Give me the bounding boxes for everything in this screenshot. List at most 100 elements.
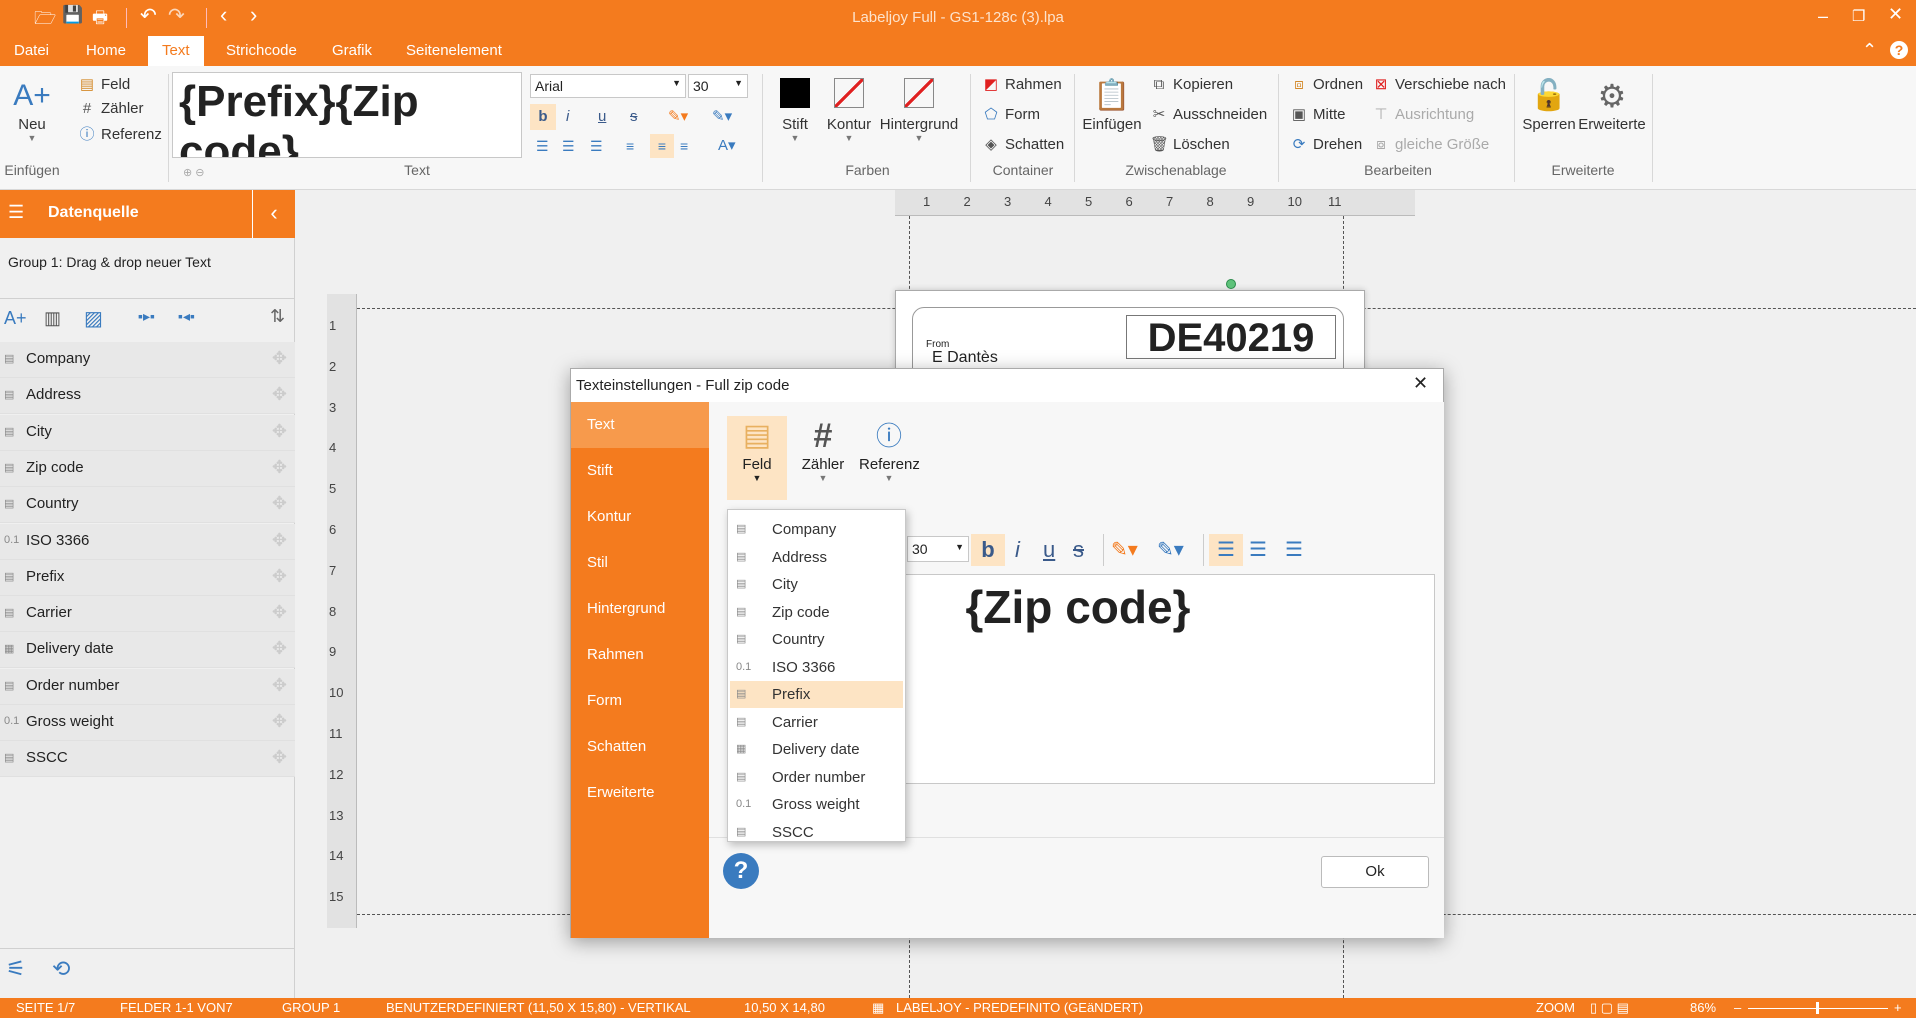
text-effects-icon[interactable]: A▾ (718, 136, 736, 154)
dropdown-item[interactable]: 0.1 Gross weight (730, 791, 903, 818)
nav-form[interactable]: Form (571, 678, 709, 724)
verschiebe-button[interactable]: ⊠ Verschiebe nach (1372, 72, 1506, 98)
dropdown-item[interactable]: ▤ Carrier (730, 709, 903, 736)
dropdown-item[interactable]: ▤ Prefix (730, 681, 903, 708)
pen-color-icon[interactable]: ✎▾ (712, 104, 732, 130)
dialog-close-icon[interactable]: ✕ (1413, 373, 1428, 394)
drehen-button[interactable]: ⟳ Drehen (1290, 132, 1363, 158)
valign-middle-icon[interactable]: ≡ (650, 134, 674, 158)
drag-handle-icon[interactable]: ✥ (272, 421, 287, 442)
datasource-field-item[interactable]: ▤ Country ✥ (0, 487, 295, 524)
align-right-icon[interactable]: ☰ (590, 138, 603, 155)
dlg-size-select[interactable]: 30 ▼ (907, 536, 969, 562)
ok-button[interactable]: Ok (1321, 856, 1429, 888)
bold-button[interactable]: b (530, 104, 556, 130)
drag-handle-icon[interactable]: ✥ (272, 493, 287, 514)
help-icon[interactable]: ? (1890, 41, 1908, 59)
drag-handle-icon[interactable]: ✥ (272, 566, 287, 587)
highlight-icon[interactable]: ✎▾ (668, 104, 688, 130)
nav-kontur[interactable]: Kontur (571, 494, 709, 540)
valign-top-icon[interactable]: ≡ (626, 138, 634, 154)
label-sender[interactable]: E Dantès (932, 349, 998, 367)
feld-button[interactable]: ▤ Feld (78, 72, 130, 98)
hintergrund-button[interactable]: Hintergrund ▼ (878, 76, 960, 143)
erweiterte-button[interactable]: ⚙ Erweiterte (1578, 76, 1646, 133)
align-center-icon[interactable]: ☰ (562, 138, 575, 155)
add-text-field-icon[interactable]: A+ (4, 308, 27, 329)
einfuegen-button[interactable]: 📋 Einfügen (1082, 76, 1142, 133)
loeschen-button[interactable]: 🗑 Löschen (1150, 132, 1230, 158)
dropdown-item[interactable]: ▤ Address (730, 544, 903, 571)
dropdown-item[interactable]: 0.1 ISO 3366 (730, 654, 903, 681)
datasource-field-item[interactable]: 0.1 Gross weight ✥ (0, 705, 295, 741)
dlg-underline-button[interactable]: u (1043, 534, 1055, 566)
drag-handle-icon[interactable]: ✥ (272, 638, 287, 659)
menu-datei[interactable]: Datei (0, 36, 63, 66)
zoom-out-icon[interactable]: – (1734, 1000, 1741, 1015)
dlg-help-icon[interactable]: ? (723, 853, 759, 889)
nav-rahmen[interactable]: Rahmen (571, 632, 709, 678)
dlg-align-left-icon[interactable]: ☰ (1209, 534, 1243, 566)
drag-handle-icon[interactable]: ✥ (272, 747, 287, 768)
schatten-button[interactable]: ◈ Schatten (982, 132, 1064, 158)
menu-home[interactable]: Home (72, 36, 140, 66)
dlg-highlight-icon[interactable]: ✎▾ (1111, 534, 1138, 566)
datasource-field-item[interactable]: ▤ SSCC ✥ (0, 741, 295, 778)
text-preview-box[interactable]: {Prefix}{Zip code} (172, 72, 522, 158)
zoom-in-icon[interactable]: + (1894, 1000, 1902, 1015)
align-left-icon[interactable]: ☰ (536, 138, 549, 155)
datasource-field-item[interactable]: ▤ Address ✥ (0, 378, 295, 415)
dlg-bold-button[interactable]: b (971, 534, 1005, 566)
underline-button[interactable]: u (598, 104, 606, 130)
dlg-italic-button[interactable]: i (1015, 534, 1020, 566)
strike-button[interactable]: s (630, 104, 638, 130)
collapse-ribbon-icon[interactable]: ⌃ (1862, 40, 1877, 61)
dropdown-item[interactable]: ▤ Order number (730, 764, 903, 791)
dlg-pen-color-icon[interactable]: ✎▾ (1157, 534, 1184, 566)
dropdown-item[interactable]: ▤ SSCC (730, 819, 903, 846)
kontur-button[interactable]: Kontur ▼ (824, 76, 874, 143)
datasource-field-item[interactable]: ▦ Delivery date ✥ (0, 632, 295, 669)
drag-handle-icon[interactable]: ✥ (272, 348, 287, 369)
datasource-field-item[interactable]: 0.1 ISO 3366 ✥ (0, 523, 295, 560)
sperren-button[interactable]: 🔓 Sperren (1520, 76, 1578, 133)
drag-handle-icon[interactable]: ✥ (272, 711, 287, 732)
datasource-field-item[interactable]: ▤ Order number ✥ (0, 668, 295, 705)
sort-icon[interactable]: ⇅ (270, 306, 285, 327)
drag-handle-icon[interactable]: ✥ (272, 530, 287, 551)
dlg-zaehler-button[interactable]: # Zähler ▼ (795, 416, 851, 483)
plug-icon[interactable]: ⚟ (6, 956, 26, 982)
drag-handle-icon[interactable]: ✥ (272, 384, 287, 405)
drag-handle-icon[interactable]: ✥ (272, 457, 287, 478)
close-window-icon[interactable]: ✕ (1888, 4, 1903, 25)
datasource-field-item[interactable]: ▤ City ✥ (0, 414, 295, 451)
restore-icon[interactable]: ❐ (1852, 7, 1865, 25)
label-zip-field[interactable]: DE40219 (1126, 315, 1336, 360)
ausrichtung-button[interactable]: ⊤ Ausrichtung (1372, 102, 1474, 128)
nav-hintergrund[interactable]: Hintergrund (571, 586, 709, 632)
dropdown-item[interactable]: ▤ Country (730, 626, 903, 653)
font-select[interactable]: Arial ▼ (530, 74, 686, 98)
add-image-icon[interactable]: ▨ (84, 306, 103, 331)
nav-stift[interactable]: Stift (571, 448, 709, 494)
datasource-field-item[interactable]: ▤ Zip code ✥ (0, 450, 295, 487)
menu-grafik[interactable]: Grafik (318, 36, 386, 66)
size-select[interactable]: 30 ▼ (688, 74, 748, 98)
italic-button[interactable]: i (566, 104, 569, 130)
nav-stil[interactable]: Stil (571, 540, 709, 586)
new-button[interactable]: A+ Neu ▼ (10, 76, 54, 143)
dropdown-item[interactable]: ▤ Company (730, 516, 903, 543)
add-barcode-icon[interactable]: ▥ (44, 308, 61, 329)
menu-text[interactable]: Text (148, 36, 204, 66)
form-button[interactable]: ⬠ Form (982, 102, 1040, 128)
expand-icon[interactable]: ▪▸▪ (138, 308, 155, 325)
zoom-page-icon[interactable]: ▯ ▢ ▤ (1590, 1000, 1629, 1016)
nav-erweiterte[interactable]: Erweiterte (571, 770, 709, 816)
datasource-field-item[interactable]: ▤ Company ✥ (0, 342, 295, 378)
dropdown-item[interactable]: ▤ City (730, 571, 903, 598)
rahmen-button[interactable]: ◩ Rahmen (982, 72, 1062, 98)
stift-button[interactable]: Stift ▼ (774, 76, 816, 143)
referenz-button[interactable]: ⓘ Referenz (78, 122, 161, 148)
kopieren-button[interactable]: ⧉ Kopieren (1150, 72, 1233, 98)
zaehler-button[interactable]: # Zähler (78, 96, 144, 122)
